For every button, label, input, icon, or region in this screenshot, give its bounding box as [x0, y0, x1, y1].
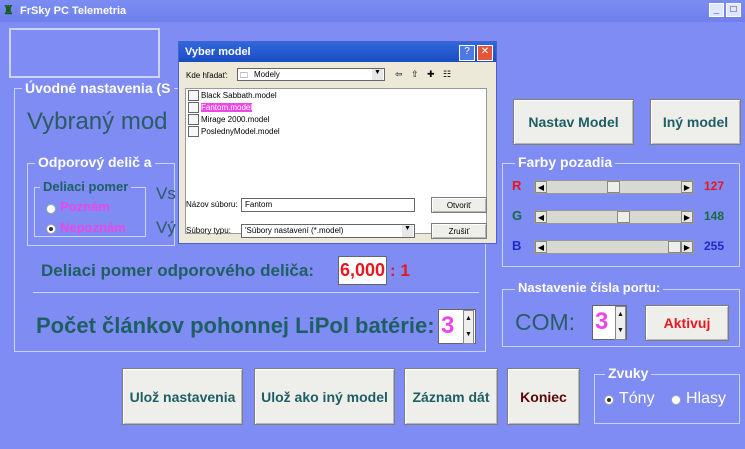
list-item[interactable]: Mirage 2000.model: [188, 114, 269, 126]
chevron-down-icon[interactable]: ▼: [402, 225, 413, 237]
set-model-button[interactable]: Nastav Model: [513, 99, 634, 145]
com-label: COM:: [515, 309, 576, 335]
red-value: 127: [704, 179, 725, 193]
dialog-title-bar: Vyber model: [179, 42, 496, 62]
resistor-ratio-label: Deliaci pomer odporového deliča:: [41, 261, 315, 280]
activate-button[interactable]: Aktivuj: [645, 305, 729, 341]
cancel-button[interactable]: Zrušiť: [431, 223, 487, 239]
resistor-divider-title: Odporový delič a: [35, 154, 155, 170]
close-icon[interactable]: ✕: [477, 45, 493, 61]
chevron-down-icon[interactable]: ▼: [372, 69, 383, 80]
right-arrow-icon[interactable]: ▶: [681, 211, 693, 223]
list-item[interactable]: PoslednyModel.model: [188, 126, 280, 138]
maximize-button[interactable]: □: [726, 3, 741, 17]
com-value: 3: [595, 308, 609, 335]
document-icon: [188, 90, 199, 102]
port-panel-title: Nastavenie čísla portu:: [515, 280, 664, 295]
unknown-radio[interactable]: [46, 224, 56, 234]
down-arrow-icon[interactable]: ▼: [616, 323, 625, 339]
file-name-input[interactable]: Fantom: [241, 198, 415, 212]
save-settings-button[interactable]: Ulož nastavenia: [122, 368, 243, 425]
initial-settings-title: Úvodné nastavenia (S: [22, 80, 174, 96]
up-arrow-icon[interactable]: ▲: [616, 307, 625, 323]
view-menu-icon[interactable]: ☷: [443, 69, 451, 80]
known-option[interactable]: Poznám: [60, 199, 110, 214]
back-icon[interactable]: ⇦: [395, 69, 403, 80]
cells-value: 3: [441, 312, 455, 339]
divider-line: [33, 292, 479, 293]
file-name-label: Názov súboru:: [186, 200, 238, 209]
document-icon: [188, 126, 199, 138]
up-folder-icon[interactable]: ⇧: [411, 69, 419, 80]
vs-label: Vs: [156, 184, 176, 203]
window-title: FrSky PC Telemetria: [20, 5, 127, 17]
up-arrow-icon[interactable]: ▲: [464, 311, 473, 327]
com-stepper[interactable]: 3 ▲ ▼: [592, 305, 627, 340]
red-slider-thumb[interactable]: [607, 181, 620, 193]
list-item[interactable]: Fantom.model: [188, 102, 253, 114]
voice-radio[interactable]: [671, 395, 681, 405]
file-type-dropdown[interactable]: 'Súbory nastavení (*.model) ▼: [241, 224, 415, 238]
folder-icon: 🗀: [240, 71, 248, 80]
help-button[interactable]: ?: [459, 45, 475, 61]
known-radio[interactable]: [46, 204, 56, 214]
blue-value: 255: [704, 239, 725, 253]
file-type-value: 'Súbory nastavení (*.model): [245, 226, 344, 235]
voice-option[interactable]: Hlasy: [686, 390, 726, 408]
down-arrow-icon[interactable]: ▼: [464, 327, 473, 343]
tones-option[interactable]: Tóny: [619, 390, 655, 408]
file-type-label: Súbory typu:: [186, 226, 231, 235]
right-arrow-icon[interactable]: ▶: [681, 241, 693, 253]
left-arrow-icon[interactable]: ◀: [535, 241, 547, 253]
new-folder-icon[interactable]: ✚: [427, 69, 435, 80]
save-as-other-model-button[interactable]: Ulož ako iný model: [254, 368, 395, 425]
ratio-suffix: : 1: [390, 261, 410, 280]
tones-radio[interactable]: [604, 395, 614, 405]
green-slider[interactable]: ◀ ▶: [534, 210, 694, 224]
record-data-button[interactable]: Záznam dát: [404, 368, 498, 425]
blue-label: B: [512, 238, 522, 253]
list-item[interactable]: Black Sabbath.model: [188, 90, 277, 102]
top-left-panel: [9, 28, 160, 78]
look-in-label: Kde hľadať:: [186, 71, 228, 80]
green-label: G: [512, 208, 523, 223]
blue-slider[interactable]: ◀ ▶: [534, 240, 694, 254]
red-label: R: [512, 178, 522, 193]
left-arrow-icon[interactable]: ◀: [535, 181, 547, 193]
app-icon: ♜: [3, 3, 14, 17]
document-icon: [188, 102, 199, 114]
cells-label: Počet článkov pohonnej LiPol batérie:: [36, 313, 435, 338]
blue-slider-thumb[interactable]: [668, 241, 681, 253]
right-arrow-icon[interactable]: ▶: [681, 181, 693, 193]
document-icon: [188, 114, 199, 126]
model-file-dialog: Vyber model ? ✕ Kde hľadať: 🗀 Modely ▼ ⇦…: [178, 41, 497, 244]
divider-ratio-title: Deliaci pomer: [40, 179, 132, 194]
window-title-bar: ♜ FrSky PC Telemetria _ □: [0, 0, 745, 22]
look-in-dropdown[interactable]: 🗀 Modely ▼: [237, 68, 385, 81]
com-stepper-buttons[interactable]: ▲ ▼: [615, 306, 626, 340]
green-value: 148: [704, 209, 725, 223]
background-colors-title: Farby pozadia: [515, 154, 616, 170]
left-arrow-icon[interactable]: ◀: [535, 211, 547, 223]
cells-stepper[interactable]: 3 ▲ ▼: [438, 309, 476, 344]
resistor-ratio-value[interactable]: 6,000: [338, 256, 387, 285]
dialog-title: Vyber model: [185, 46, 251, 58]
selected-model-label: Vybraný mod: [27, 108, 168, 135]
file-name-value: Fantom: [245, 200, 273, 209]
open-button[interactable]: Otvoriť: [431, 197, 487, 213]
sounds-title: Zvuky: [605, 365, 652, 381]
unknown-option[interactable]: Nepoznám: [60, 220, 126, 235]
exit-button[interactable]: Koniec: [507, 368, 580, 425]
minimize-button[interactable]: _: [709, 3, 724, 17]
green-slider-thumb[interactable]: [617, 211, 630, 223]
cells-stepper-buttons[interactable]: ▲ ▼: [463, 310, 474, 344]
vy-label: Vý: [156, 218, 176, 237]
look-in-value: Modely: [254, 70, 280, 79]
red-slider[interactable]: ◀ ▶: [534, 180, 694, 194]
other-model-button[interactable]: Iný model: [650, 99, 741, 145]
